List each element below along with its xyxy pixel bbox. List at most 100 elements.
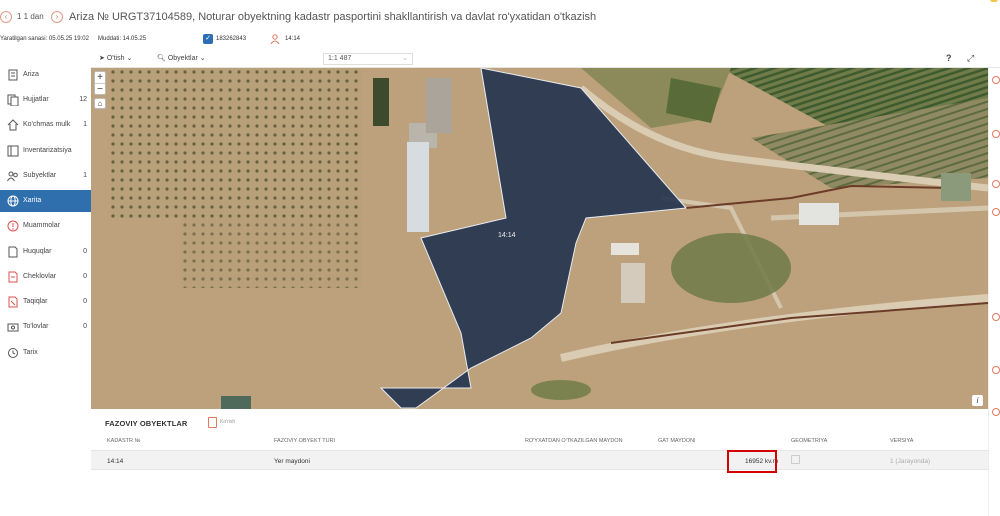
parcel-label: 14:14 [498, 232, 516, 239]
sidebar-item-ariza[interactable]: Ariza [0, 64, 91, 86]
remove-icon[interactable] [992, 366, 1000, 374]
sidebar-item-label: Xarita [23, 197, 42, 204]
version-cell: 1 (Jarayonda) [890, 458, 931, 465]
document-icon [8, 69, 18, 81]
sidebar-item-count: 1 [83, 121, 87, 128]
remove-icon[interactable] [992, 313, 1000, 321]
remove-icon[interactable] [992, 408, 1000, 416]
bans-icon [8, 296, 18, 308]
restrictions-icon [8, 271, 18, 283]
history-icon [8, 348, 18, 358]
sidebar-item-label: Inventarizatsiya [23, 147, 72, 154]
people-icon [7, 171, 18, 182]
goto-menu[interactable]: ➤ O'tish ⌄ [99, 54, 132, 62]
objects-menu[interactable]: 🔍︎ Obyektlar ⌄ [157, 54, 206, 62]
cadastre-number: 14:14 [285, 36, 301, 42]
sidebar-item-tarix[interactable]: Tarix [0, 342, 91, 364]
payments-icon [7, 323, 19, 332]
sidebar-item-count: 0 [83, 323, 87, 330]
sidebar-item-cheklovlar[interactable]: Cheklovlar 0 [0, 266, 91, 288]
sidebar-item-label: Cheklovlar [23, 273, 57, 280]
deadline: Muddati: 14.05.25 [98, 36, 147, 42]
sidebar-item-xarita[interactable]: Xarita [0, 190, 91, 212]
column-header: GEOMETRIYA [791, 438, 828, 444]
sidebar-item-label: To'lovlar [23, 323, 49, 330]
sidebar-item-kochmas-mulk[interactable]: Ko'chmas mulk 1 [0, 114, 91, 136]
highlight-annotation [727, 450, 777, 473]
rights-icon [8, 246, 18, 258]
type-cell: Yer maydoni [274, 458, 310, 465]
application-id: 183262843 [216, 36, 247, 42]
pdf-icon[interactable] [208, 417, 217, 428]
geometry-checkbox[interactable] [791, 455, 800, 464]
remove-icon[interactable] [992, 76, 1000, 84]
sidebar-item-count: 0 [83, 248, 87, 255]
sidebar: Ariza Hujjatlar 12 Ko'chmas mulk 1 Inven… [0, 55, 91, 516]
sidebar-item-count: 1 [83, 172, 87, 179]
chevron-down-icon: ⌄ [402, 55, 408, 62]
remove-icon[interactable] [992, 130, 1000, 138]
next-icon[interactable]: › [51, 11, 63, 23]
created-date: Yaratilgan sanasi: 05.05.25 19:02 [0, 36, 89, 42]
page-title: Ariza № URGT37104589, Noturar obyektning… [69, 11, 597, 23]
sidebar-item-label: Taqiqlar [23, 298, 48, 305]
zoom-control: + − [94, 71, 106, 95]
info-icon[interactable]: i [972, 395, 983, 406]
table-header: KADASTR № FAZOVIY OBYEKT TURI RO'YXATDAN… [91, 435, 988, 449]
inventory-icon [7, 145, 19, 157]
zoom-in-button[interactable]: + [95, 72, 105, 83]
column-header: KADASTR № [107, 438, 141, 444]
scale-select[interactable]: 1:1 487 ⌄ [323, 53, 413, 65]
files-icon [7, 94, 19, 106]
panel-title: FAZOVIY OBYEKTLAR [105, 419, 188, 428]
column-header: RO'YXATDAN O'TKAZILGAN MAYDON [525, 438, 623, 444]
header-bar: ‹ 1 1 dan › Ariza № URGT37104589, Notura… [0, 0, 1000, 34]
meta-row: Yaratilgan sanasi: 05.05.25 19:02 Muddat… [0, 34, 1000, 48]
spatial-objects-panel: FAZOVIY OBYEKTLAR Ko'rish KADASTR № FAZO… [91, 410, 988, 516]
notification-marker [990, 0, 998, 2]
record-counter: 1 1 dan [17, 12, 44, 21]
goto-label: O'tish [106, 55, 125, 62]
table-row[interactable]: 14:14 Yer maydoni 16952 kv.m 1 (Jarayond… [91, 450, 988, 470]
column-header: VERSIYA [890, 438, 914, 444]
previous-icon[interactable]: ‹ [0, 11, 12, 23]
remove-icon[interactable] [992, 180, 1000, 188]
map-toolbar: ➤ O'tish ⌄ 🔍︎ Obyektlar ⌄ 1:1 487 ⌄ ? ⤢ [91, 50, 1000, 68]
sidebar-item-huquqlar[interactable]: Huquqlar 0 [0, 241, 91, 263]
help-icon[interactable]: ? [946, 53, 952, 63]
sidebar-item-taqiqlar[interactable]: Taqiqlar 0 [0, 291, 91, 313]
sidebar-item-tolovlar[interactable]: To'lovlar 0 [0, 316, 91, 338]
right-edge-panel [988, 68, 1000, 516]
remove-icon[interactable] [992, 208, 1000, 216]
view-pdf-link[interactable]: Ko'rish [220, 419, 235, 425]
objects-label: Obyektlar [167, 55, 198, 62]
sidebar-item-label: Ariza [23, 71, 39, 78]
sidebar-item-inventarizatsiya[interactable]: Inventarizatsiya [0, 140, 91, 162]
sidebar-item-label: Subyektlar [23, 172, 57, 179]
map-view[interactable]: + − ⌂ 14:14 i [91, 68, 988, 409]
sidebar-item-label: Tarix [23, 349, 38, 356]
checkbox-icon[interactable]: ✓ [203, 34, 213, 44]
sidebar-item-subyektlar[interactable]: Subyektlar 1 [0, 165, 91, 187]
scale-value: 1:1 487 [328, 55, 352, 62]
sidebar-item-label: Ko'chmas mulk [23, 121, 71, 128]
cadastre-cell: 14:14 [107, 458, 124, 465]
sidebar-item-muammolar[interactable]: Muammolar [0, 215, 91, 237]
sidebar-item-hujjatlar[interactable]: Hujjatlar 12 [0, 89, 91, 111]
column-header: GAT MAYDONI [658, 438, 696, 444]
alert-icon [7, 220, 19, 232]
expand-icon[interactable]: ⤢ [967, 53, 974, 64]
satellite-imagery [91, 68, 988, 409]
sidebar-item-count: 0 [83, 298, 87, 305]
sidebar-item-count: 12 [79, 96, 87, 103]
zoom-out-button[interactable]: − [95, 83, 105, 95]
sidebar-item-count: 0 [83, 273, 87, 280]
globe-icon [7, 195, 19, 207]
sidebar-item-label: Hujjatlar [23, 96, 49, 103]
sidebar-item-label: Huquqlar [23, 248, 52, 255]
column-header: FAZOVIY OBYEKT TURI [274, 438, 336, 444]
sidebar-item-label: Muammolar [23, 222, 60, 229]
home-icon [7, 119, 19, 131]
person-icon [270, 34, 280, 44]
home-extent-icon[interactable]: ⌂ [94, 98, 106, 109]
